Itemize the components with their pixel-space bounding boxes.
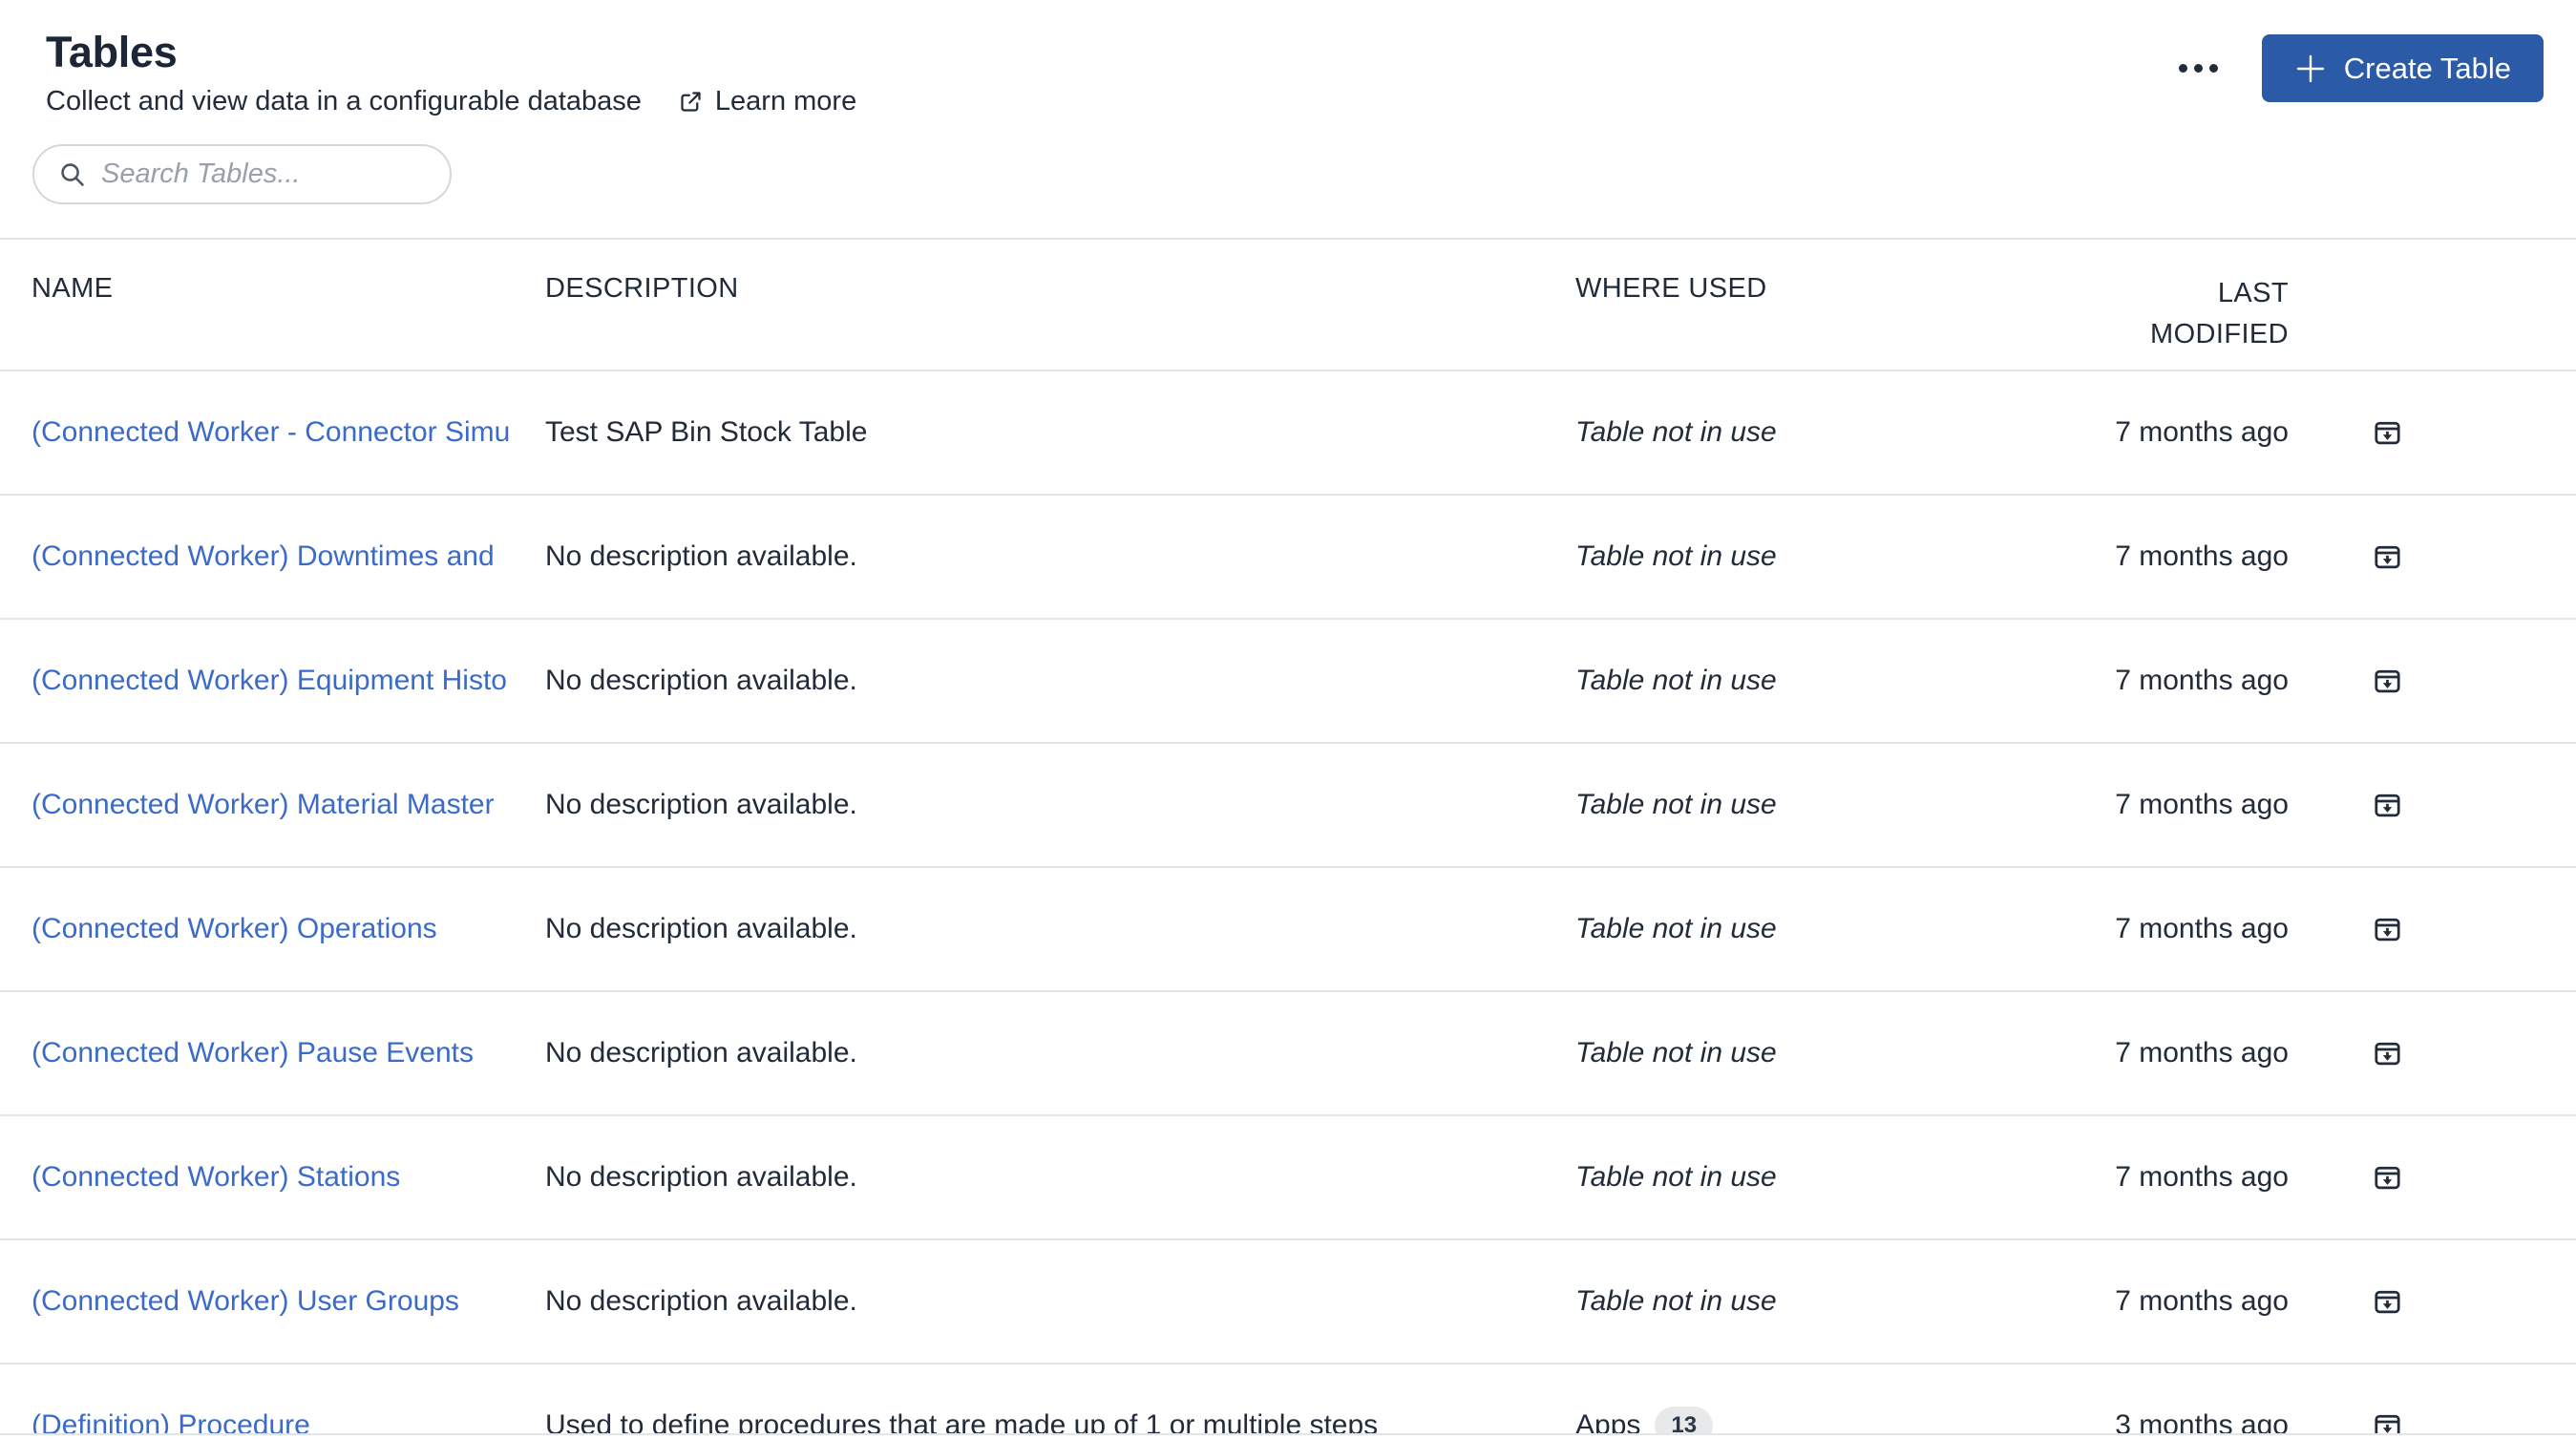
- archive-table-button[interactable]: [2366, 660, 2409, 703]
- table-name-link[interactable]: (Connected Worker) User Groups: [32, 1285, 459, 1317]
- archive-icon: [2374, 1042, 2400, 1065]
- table-name-link[interactable]: (Definition) Procedure: [32, 1409, 310, 1433]
- table-name-link[interactable]: (Connected Worker) Stations: [32, 1161, 400, 1193]
- more-options-button[interactable]: [2175, 54, 2222, 82]
- table-name-link[interactable]: (Connected Worker) Downtimes and: [32, 540, 495, 572]
- table-header-row: NAME DESCRIPTION WHERE USED LAST MODIFIE…: [0, 240, 2576, 371]
- external-link-icon: [678, 89, 704, 115]
- last-modified: 7 months ago: [2115, 913, 2289, 944]
- archive-table-button[interactable]: [2366, 908, 2409, 951]
- archive-icon: [2374, 669, 2400, 692]
- archive-icon: [2374, 421, 2400, 444]
- table-description: No description available.: [545, 1161, 857, 1193]
- where-used-status: Table not in use: [1575, 789, 1777, 820]
- where-used-status: Table not in use: [1575, 416, 1777, 448]
- where-used-status: Table not in use: [1575, 1037, 1777, 1069]
- table-name-link[interactable]: (Connected Worker - Connector Simu: [32, 416, 510, 448]
- table-row: (Connected Worker - Connector Simu Test …: [0, 371, 2576, 496]
- ellipsis-icon: [2178, 64, 2187, 73]
- page-header: Tables Collect and view data in a config…: [0, 0, 2576, 117]
- archive-icon: [2374, 794, 2400, 816]
- archive-table-button[interactable]: [2366, 412, 2409, 455]
- learn-more-link[interactable]: Learn more: [678, 85, 856, 117]
- archive-table-button[interactable]: [2366, 1032, 2409, 1075]
- table-row: (Definition) Procedure Used to define pr…: [0, 1365, 2576, 1435]
- last-modified: 7 months ago: [2115, 540, 2289, 572]
- search-icon: [57, 159, 87, 189]
- table-description: No description available.: [545, 913, 857, 944]
- last-modified: 3 months ago: [2115, 1409, 2289, 1435]
- ellipsis-icon: [2208, 64, 2218, 73]
- archive-icon: [2374, 545, 2400, 568]
- where-used-status: Table not in use: [1575, 540, 1777, 572]
- archive-icon: [2374, 1290, 2400, 1313]
- table-description: No description available.: [545, 789, 857, 820]
- create-table-button[interactable]: Create Table: [2261, 34, 2544, 102]
- page-title: Tables: [46, 28, 178, 76]
- table-row: (Connected Worker) Pause Events No descr…: [0, 992, 2576, 1116]
- column-header-description: DESCRIPTION: [545, 273, 739, 304]
- last-modified: 7 months ago: [2115, 416, 2289, 448]
- last-modified: 7 months ago: [2115, 1285, 2289, 1317]
- where-used-apps-label: Apps: [1575, 1409, 1641, 1435]
- table-description: Used to define procedures that are made …: [545, 1409, 1379, 1435]
- where-used-status: Table not in use: [1575, 1285, 1777, 1317]
- table-description: No description available.: [545, 665, 857, 696]
- archive-icon: [2374, 1414, 2400, 1433]
- usage-count-badge: 13: [1655, 1407, 1714, 1433]
- column-header-where-used: WHERE USED: [1575, 273, 1767, 304]
- archive-table-button[interactable]: [2366, 536, 2409, 579]
- table-row: (Connected Worker) Operations No descrip…: [0, 868, 2576, 992]
- last-modified: 7 months ago: [2115, 665, 2289, 696]
- search-box: [32, 144, 452, 204]
- last-modified: 7 months ago: [2115, 1161, 2289, 1193]
- table-name-link[interactable]: (Connected Worker) Equipment Histo: [32, 665, 507, 696]
- table-name-link[interactable]: (Connected Worker) Material Master: [32, 789, 495, 820]
- learn-more-label: Learn more: [714, 86, 857, 116]
- table-row: (Connected Worker) Material Master No de…: [0, 744, 2576, 868]
- table-row: (Connected Worker) Equipment Histo No de…: [0, 620, 2576, 744]
- archive-table-button[interactable]: [2366, 1280, 2409, 1323]
- archive-table-button[interactable]: [2366, 784, 2409, 827]
- where-used-status: Table not in use: [1575, 913, 1777, 944]
- plus-icon: [2294, 53, 2327, 85]
- table-description: No description available.: [545, 1285, 857, 1317]
- archive-table-button[interactable]: [2366, 1405, 2409, 1433]
- table-name-link[interactable]: (Connected Worker) Operations: [32, 913, 437, 944]
- page-subtitle: Collect and view data in a configurable …: [46, 86, 642, 116]
- archive-icon: [2374, 1166, 2400, 1189]
- create-table-label: Create Table: [2343, 51, 2511, 85]
- table-row: (Connected Worker) Downtimes and No desc…: [0, 496, 2576, 620]
- archive-table-button[interactable]: [2366, 1156, 2409, 1199]
- last-modified: 7 months ago: [2115, 789, 2289, 820]
- table-description: No description available.: [545, 1037, 857, 1069]
- ellipsis-icon: [2193, 64, 2203, 73]
- archive-icon: [2374, 918, 2400, 941]
- last-modified: 7 months ago: [2115, 1037, 2289, 1069]
- column-header-name: NAME: [32, 273, 114, 304]
- search-input[interactable]: [101, 159, 431, 190]
- where-used-status: Table not in use: [1575, 665, 1777, 696]
- table-row: (Connected Worker) User Groups No descri…: [0, 1240, 2576, 1365]
- table-row: (Connected Worker) Stations No descripti…: [0, 1116, 2576, 1240]
- table-name-link[interactable]: (Connected Worker) Pause Events: [32, 1037, 474, 1069]
- table-description: No description available.: [545, 540, 857, 572]
- tables-list: NAME DESCRIPTION WHERE USED LAST MODIFIE…: [0, 238, 2576, 1435]
- table-description: Test SAP Bin Stock Table: [545, 416, 868, 448]
- where-used-status: Table not in use: [1575, 1161, 1777, 1193]
- column-header-last-modified: LAST MODIFIED: [2150, 278, 2289, 349]
